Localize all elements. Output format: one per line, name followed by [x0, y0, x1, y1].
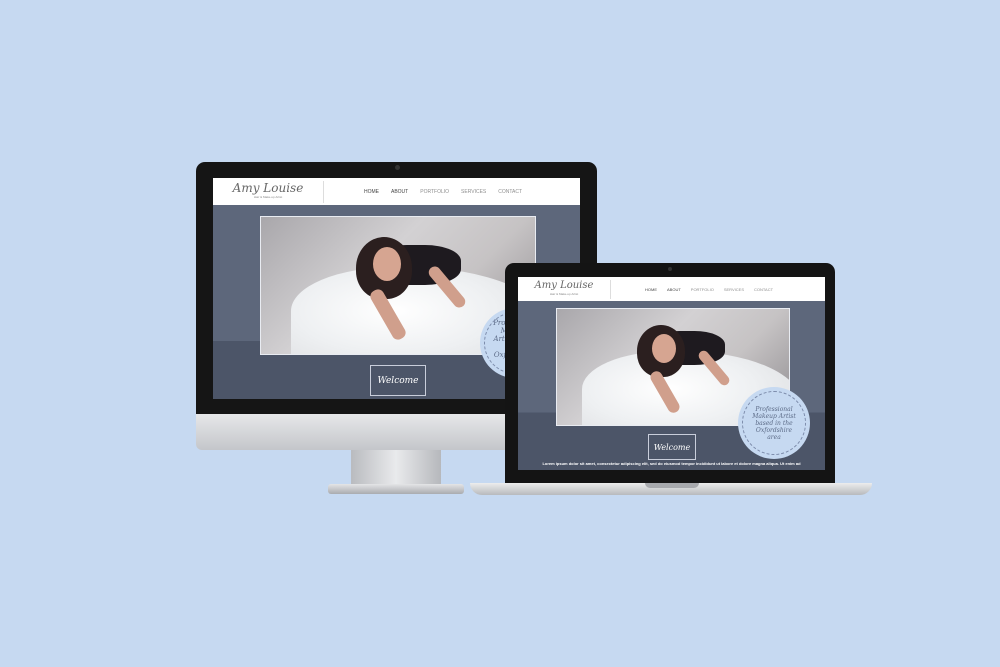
welcome-button[interactable]: Welcome	[370, 365, 426, 396]
logo-tagline: Hair & Make-up Artist	[253, 194, 283, 199]
nav-contact[interactable]: CONTACT	[498, 189, 522, 195]
nav-services[interactable]: SERVICES	[461, 189, 486, 195]
desktop-camera	[395, 165, 400, 170]
main-nav: HOME ABOUT PORTFOLIO SERVICES CONTACT	[645, 287, 773, 292]
nav-home[interactable]: HOME	[364, 189, 379, 195]
desktop-stand-base	[328, 484, 464, 494]
desktop-stand	[351, 450, 441, 486]
site-header: Amy Louise Hair & Make-up Artist HOME AB…	[518, 277, 825, 301]
logo-tagline: Hair & Make-up Artist	[549, 291, 579, 296]
site-header: Amy Louise Hair & Make-up Artist HOME AB…	[213, 178, 580, 205]
laptop-camera	[668, 267, 672, 271]
logo[interactable]: Amy Louise Hair & Make-up Artist	[518, 279, 611, 299]
logo-text: Amy Louise	[534, 279, 594, 291]
nav-contact[interactable]: CONTACT	[754, 287, 773, 292]
tagline-badge: Professional Makeup Artist based in the …	[738, 387, 810, 459]
nav-portfolio[interactable]: PORTFOLIO	[691, 287, 714, 292]
laptop-notch	[645, 483, 699, 488]
logo-text: Amy Louise	[232, 180, 304, 195]
logo[interactable]: Amy Louise Hair & Make-up Artist	[213, 180, 324, 203]
badge-text: Professional Makeup Artist based in the …	[752, 405, 796, 441]
nav-about[interactable]: ABOUT	[391, 189, 408, 195]
laptop-screen: Amy Louise Hair & Make-up Artist HOME AB…	[518, 277, 825, 470]
welcome-label: Welcome	[377, 375, 419, 386]
welcome-label: Welcome	[653, 442, 691, 452]
nav-portfolio[interactable]: PORTFOLIO	[420, 189, 449, 195]
nav-about[interactable]: ABOUT	[667, 287, 681, 292]
main-nav: HOME ABOUT PORTFOLIO SERVICES CONTACT	[364, 189, 522, 195]
welcome-button[interactable]: Welcome	[648, 434, 696, 460]
nav-services[interactable]: SERVICES	[724, 287, 744, 292]
nav-home[interactable]: HOME	[645, 287, 657, 292]
intro-text: Lorem ipsum dolor sit amet, consectetur …	[542, 461, 801, 466]
